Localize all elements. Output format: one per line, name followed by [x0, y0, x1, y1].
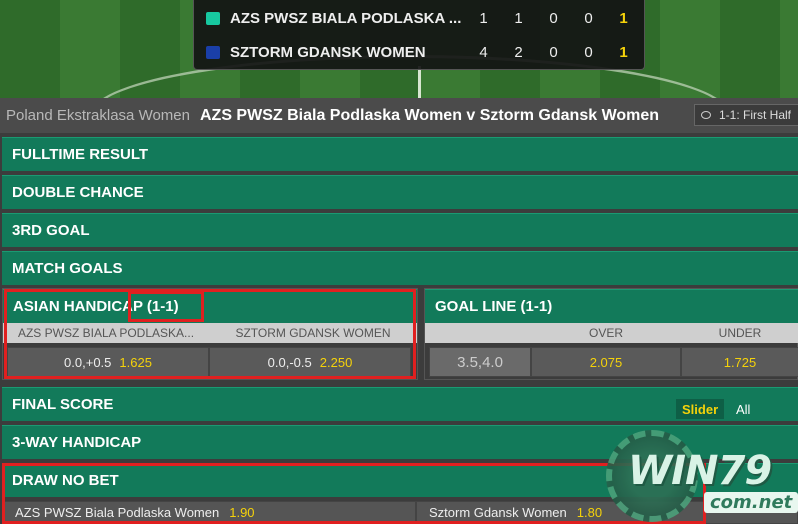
odds-value: 2.075	[589, 354, 623, 370]
goal-line-value: 3.5,4.0	[429, 347, 531, 377]
match-header: Poland Ekstraklasa Women AZS PWSZ Biala …	[0, 98, 798, 133]
market-title: GOAL LINE (1-1)	[435, 298, 553, 315]
handicap-line: 0.0,-0.5	[267, 354, 312, 370]
score: 1	[619, 43, 628, 61]
stat: 0	[584, 9, 593, 27]
team-name: AZS PWSZ BIALA PODLASKA ...	[230, 9, 462, 27]
league-breadcrumb[interactable]: Poland Ekstraklasa Women	[6, 107, 190, 124]
market-title: 3-WAY HANDICAP	[12, 434, 142, 451]
odds-button-away[interactable]: 0.0,-0.5 2.250	[209, 347, 411, 377]
market-title: DRAW NO BET	[12, 472, 119, 489]
odds-value: 2.250	[319, 354, 353, 370]
stat: 1	[479, 9, 488, 27]
market-double-chance[interactable]: DOUBLE CHANCE	[2, 175, 798, 209]
slider-toggle-button[interactable]: Slider	[676, 399, 725, 419]
stat: 0	[549, 9, 558, 27]
column-header-blank	[425, 323, 531, 343]
market-3rd-goal[interactable]: 3RD GOAL	[2, 213, 798, 247]
market-title: MATCH GOALS	[12, 260, 123, 277]
watermark-text: WIN79	[628, 448, 772, 494]
watermark-subtext: com.net	[704, 492, 798, 513]
stat: 4	[479, 43, 488, 61]
odds-value: 1.90	[229, 505, 255, 520]
column-header-home: AZS PWSZ BIALA PODLASKA...	[3, 323, 209, 343]
market-title: FINAL SCORE	[12, 396, 114, 413]
match-title: AZS PWSZ Biala Podlaska Women v Sztorm G…	[199, 106, 660, 124]
stat: 2	[514, 43, 523, 61]
goal-line-header[interactable]: GOAL LINE (1-1)	[425, 289, 798, 323]
odds-button-home[interactable]: 0.0,+0.5 1.625	[7, 347, 209, 377]
all-toggle-button[interactable]: All	[736, 399, 750, 419]
stat: 1	[514, 9, 523, 27]
asian-handicap-header[interactable]: ASIAN HANDICAP (1-1)	[3, 289, 417, 323]
shirt-icon	[206, 11, 220, 25]
team-name: SZTORM GDANSK WOMEN	[230, 43, 426, 61]
market-title: DOUBLE CHANCE	[12, 184, 144, 201]
market-title: FULLTIME RESULT	[12, 146, 149, 163]
scoreboard-row-away: SZTORM GDANSK WOMEN 4 2 0 0 1	[194, 35, 646, 69]
odds-value: 1.625	[119, 354, 152, 370]
pitch-background: AZS PWSZ BIALA PODLASKA ... 1 1 0 0 1 SZ…	[0, 0, 798, 98]
odds-value: 1.80	[576, 505, 603, 520]
odds-button-dnb-home[interactable]: AZS PWSZ Biala Podlaska Women 1.90	[2, 501, 416, 524]
scoreboard: AZS PWSZ BIALA PODLASKA ... 1 1 0 0 1 SZ…	[193, 0, 645, 70]
handicap-line: 0.0,+0.5	[64, 354, 112, 370]
pitch-halfway-line	[418, 66, 421, 98]
goal-line-panel: GOAL LINE (1-1) OVER UNDER 3.5,4.0 2.075…	[424, 288, 798, 380]
market-final-score[interactable]: FINAL SCORE Slider All	[2, 387, 798, 421]
scoreboard-row-home: AZS PWSZ BIALA PODLASKA ... 1 1 0 0 1	[194, 1, 646, 35]
asian-handicap-panel: ASIAN HANDICAP (1-1) AZS PWSZ BIALA PODL…	[2, 288, 418, 380]
match-time-label: 1-1: First Half	[719, 108, 792, 122]
market-title: ASIAN HANDICAP (1-1)	[13, 298, 179, 315]
odds-button-under[interactable]: 1.725	[681, 347, 798, 377]
market-title: 3RD GOAL	[12, 222, 90, 239]
watermark-logo: WIN79 com.net	[606, 430, 798, 524]
match-time-box[interactable]: 1-1: First Half	[694, 104, 798, 126]
selection-name: AZS PWSZ Biala Podlaska Women	[15, 505, 220, 520]
stat: 0	[584, 43, 593, 61]
market-match-goals[interactable]: MATCH GOALS	[2, 251, 798, 285]
odds-value: 1.725	[723, 354, 757, 370]
score: 1	[619, 9, 628, 27]
market-fulltime-result[interactable]: FULLTIME RESULT	[2, 137, 798, 171]
shirt-icon	[206, 45, 220, 59]
column-header-under: UNDER	[681, 323, 798, 343]
selection-name: Sztorm Gdansk Women	[429, 505, 567, 520]
column-header-away: SZTORM GDANSK WOMEN	[209, 323, 417, 343]
stat: 0	[549, 43, 558, 61]
column-header-over: OVER	[531, 323, 681, 343]
clock-icon	[701, 111, 711, 119]
odds-button-over[interactable]: 2.075	[531, 347, 681, 377]
